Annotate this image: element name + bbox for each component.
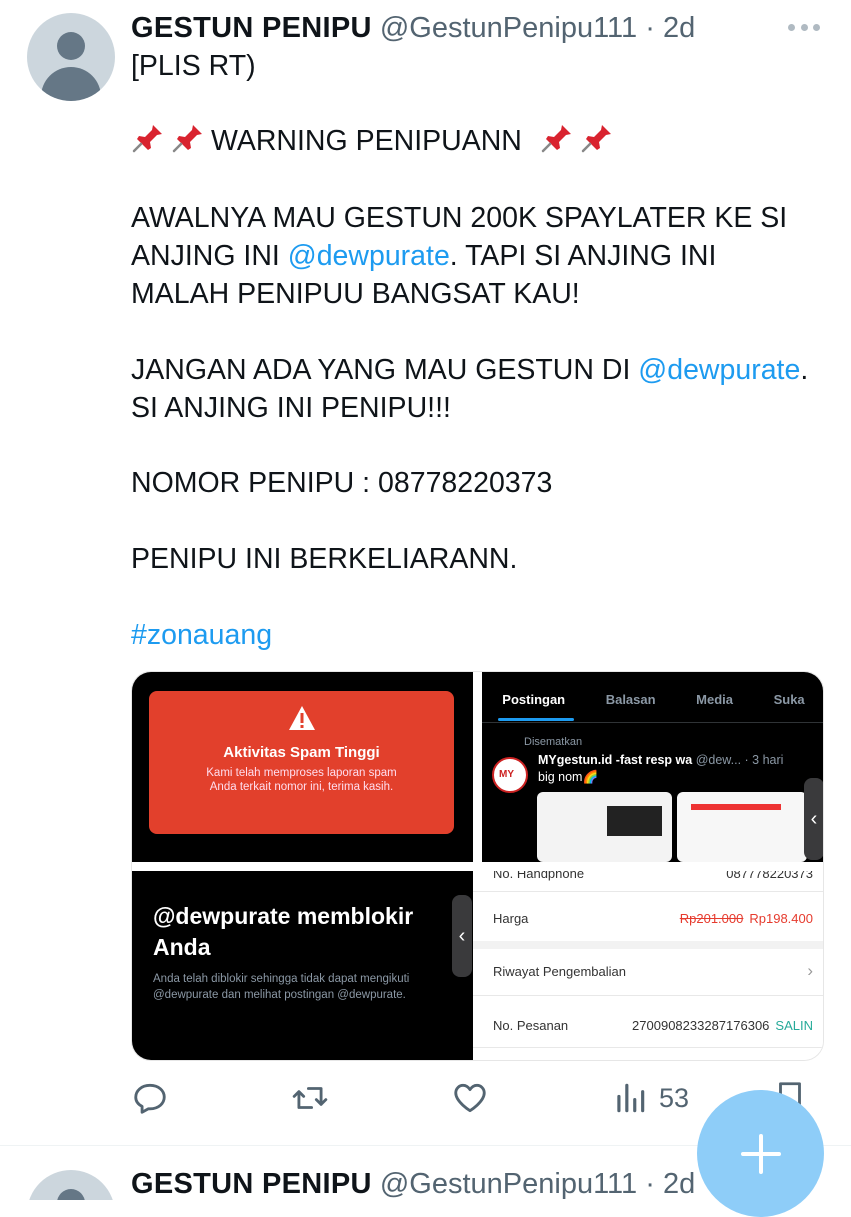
display-name[interactable]: GESTUN PENIPU (131, 12, 372, 44)
spam-text: Anda terkait nomor ini, terima kasih. (209, 781, 394, 793)
account-line: MYgestun.id -fast resp wa @dew... · 3 ha… (538, 753, 783, 767)
spam-title: Aktivitas Spam Tinggi (223, 744, 380, 761)
divider (482, 722, 823, 723)
text-segment: . (800, 354, 809, 386)
order-row: No. Pesanan 2700908233287176306 SALIN (473, 1018, 823, 1033)
display-name[interactable]: GESTUN PENIPU (131, 1168, 372, 1200)
tweet-text-line: MALAH PENIPUU BANGSAT KAU! (131, 278, 580, 310)
views-count: 53 (659, 1082, 690, 1113)
mention-link[interactable]: @dewpurate (288, 240, 450, 272)
order-number: 2700908233287176306 (632, 1018, 770, 1033)
new-price: Rp198.400 (749, 911, 813, 926)
avatar[interactable] (27, 13, 115, 101)
account-meta: @dew... · 3 hari (695, 753, 784, 767)
timestamp[interactable]: 2d (663, 1168, 695, 1200)
order-row: No. Handphone 087778220373 (473, 871, 823, 881)
post-thumbnail (537, 792, 672, 862)
tweet-header: GESTUN PENIPU @GestunPenipu111 · 2d (131, 1164, 695, 1200)
pushpin-icon (172, 125, 202, 153)
media-image-order[interactable]: No. Handphone 087778220373 Harga Rp201.000… (473, 871, 823, 1060)
avatar[interactable] (27, 1170, 115, 1200)
pinned-label: Disematkan (524, 736, 583, 748)
chevron-left-icon: ‹ (452, 895, 472, 977)
profile-tabs: Postingan Balasan Media Suka (482, 692, 823, 707)
text-segment: JANGAN ADA YANG MAU GESTUN DI (131, 354, 639, 386)
views-button[interactable]: 53 (611, 1078, 689, 1118)
tweet-text-line: JANGAN ADA YANG MAU GESTUN DI @dewpurate… (131, 352, 808, 388)
tab-label: Postingan (502, 692, 566, 707)
warning-text: WARNING PENIPUANN (211, 125, 522, 157)
order-row: Riwayat Pengembalian › (473, 961, 823, 980)
copy-button[interactable]: SALIN (775, 1018, 813, 1033)
account-logo: MY (492, 757, 528, 793)
compose-plus-icon (740, 1133, 781, 1174)
row-label: No. Pesanan (493, 1018, 569, 1033)
blocked-text: Anda telah diblokir sehingga tidak dapat… (153, 973, 410, 1001)
reply-button[interactable] (131, 1078, 169, 1118)
row-label: Riwayat Pengembalian (493, 964, 626, 979)
tweet-header: GESTUN PENIPU @GestunPenipu111 · 2d (131, 8, 695, 48)
tweet-text-line: AWALNYA MAU GESTUN 200K SPAYLATER KE SI (131, 202, 788, 234)
tweet-text-line: PENIPU INI BERKELIARANN. (131, 543, 518, 575)
pushpin-icon (541, 125, 571, 153)
separator-dot: · (645, 12, 655, 44)
pushpin-icon (132, 125, 162, 153)
account-name: MYgestun.id -fast resp wa (538, 753, 693, 767)
order-row: Harga Rp201.000 Rp198.400 (473, 911, 823, 926)
post-thumbnail (677, 792, 807, 862)
more-icon[interactable] (784, 12, 824, 42)
spam-text: Kami telah memproses laporan spam (206, 767, 397, 779)
reply-icon (134, 1083, 166, 1114)
pushpin-icon (581, 125, 611, 153)
warning-icon (288, 706, 315, 730)
tab-label: Suka (773, 692, 805, 707)
views-icon (617, 1083, 645, 1113)
row-label: Harga (493, 911, 529, 926)
tweet-text-line: ANJING INI @dewpurate. TAPI SI ANJING IN… (131, 238, 716, 274)
compose-button[interactable] (697, 1090, 824, 1217)
hashtag-link[interactable]: #zonauang (131, 617, 272, 653)
like-icon (454, 1083, 486, 1113)
tweet-text-line: SI ANJING INI PENIPU!!! (131, 392, 451, 424)
text-segment: . TAPI SI ANJING INI (449, 240, 717, 272)
media-image-profile[interactable]: Postingan Balasan Media Suka Disematkan … (482, 672, 823, 862)
like-button[interactable] (451, 1078, 489, 1118)
tab-label: Balasan (605, 692, 656, 707)
tab-underline (498, 718, 574, 721)
tweet[interactable]: GESTUN PENIPU @GestunPenipu111 · 2d [PLI… (0, 0, 851, 1145)
chevron-right-icon: › (807, 961, 813, 980)
tweet-text-line: [PLIS RT) (131, 50, 256, 82)
media-grid: Aktivitas Spam Tinggi Kami telah mempros… (131, 671, 824, 1061)
spam-alert-box: Aktivitas Spam Tinggi Kami telah mempros… (149, 691, 454, 834)
row-value: 087778220373 (726, 871, 813, 881)
retweet-icon (292, 1087, 328, 1109)
retweet-button[interactable] (291, 1078, 329, 1118)
media-image-spam[interactable]: Aktivitas Spam Tinggi Kami telah mempros… (132, 672, 473, 862)
tab-label: Media (696, 692, 733, 707)
text-segment: ANJING INI (131, 240, 288, 272)
old-price: Rp201.000 (679, 911, 744, 926)
separator-dot: · (645, 1168, 655, 1200)
post-text: big nom🌈 (538, 770, 599, 784)
timestamp[interactable]: 2d (663, 12, 695, 44)
chevron-left-icon: ‹ (804, 778, 823, 860)
tweet-text-line: NOMOR PENIPU : 08778220373 (131, 467, 553, 499)
handle[interactable]: @GestunPenipu111 (380, 12, 637, 44)
tweet-text-line: WARNING PENIPUANN (131, 122, 620, 159)
mention-link[interactable]: @dewpurate (638, 354, 800, 386)
blocked-title: @dewpurate memblokir Anda (153, 903, 414, 960)
media-image-blocked[interactable]: @dewpurate memblokir Anda Anda telah dib… (132, 871, 473, 1060)
row-label: No. Handphone (493, 871, 585, 881)
handle[interactable]: @GestunPenipu111 (380, 1168, 637, 1200)
